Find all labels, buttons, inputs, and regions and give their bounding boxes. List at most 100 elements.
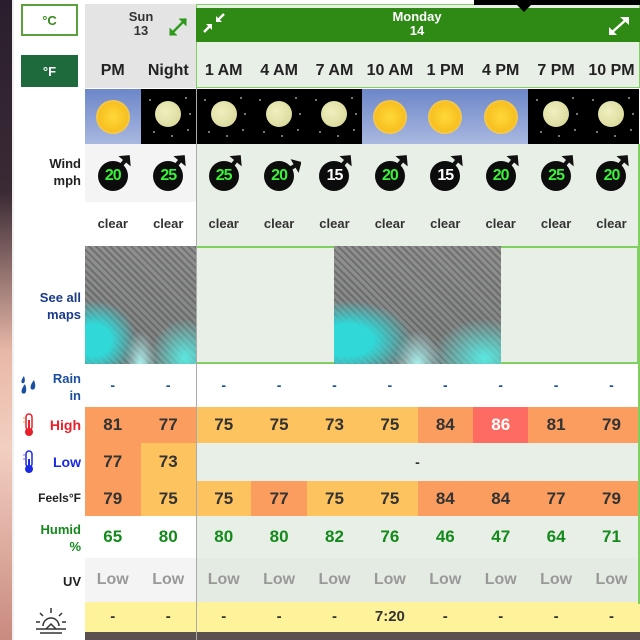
uv-index: Low [207,571,240,588]
feels-like-temp: 79 [85,481,141,516]
rain-amount: - [332,377,337,393]
time-column-header[interactable]: 1 PM [418,58,473,84]
expand-icon[interactable] [167,16,189,38]
sky-cell [251,89,307,144]
feels-like-temp: 75 [196,481,252,516]
sky-cell [528,89,584,144]
humidity-value: 80 [214,527,234,546]
feels-like-temp: 79 [583,481,640,516]
sun-icon [483,99,518,134]
time-column-header[interactable]: Night [141,58,197,84]
humid-label-text: Humid [40,522,81,537]
forecast-grid: Sun 13 Monday 14 PM Night 1 AM 4 AM 7 AM 10 A… [85,0,640,640]
rain-amount: - [110,377,116,393]
sunrise-time: 7:20 [362,602,418,632]
humid-label: Humid % [41,521,81,555]
time-column-header[interactable]: 10 PM [584,58,639,84]
rain-label-text: Rain [52,371,81,386]
moon-icon [210,100,237,127]
star-dot [627,97,630,99]
tooltip-pointer [517,5,531,12]
moon-icon [543,100,570,127]
wind-cell: 25 [196,144,251,202]
moon-icon [598,100,625,127]
wind-speed-badge: 20 [485,161,516,191]
star-dot [558,135,561,137]
star-dot [242,129,244,131]
star-dot [148,99,151,101]
sunrise-time: - [473,602,529,632]
high-temp: 79 [583,407,640,443]
high-temp: 73 [306,407,363,443]
uv-label: UV [62,574,81,589]
sky-cell [362,89,418,144]
humidity-value: 71 [602,527,621,546]
sunrise-time: - [85,602,141,632]
collapse-icon[interactable] [202,12,226,34]
map-empty-cell [501,246,639,364]
wind-cell: 15 [307,144,362,202]
sky-cell [85,89,141,144]
wind-cell: 25 [528,144,583,202]
high-temp: 84 [417,407,473,443]
weather-summary: clear [430,216,461,231]
star-dot [314,99,317,101]
star-dot [591,99,594,101]
weather-map-thumbnail[interactable] [85,246,196,364]
humidity-value: 82 [325,527,344,546]
time-column-header[interactable]: 4 AM [251,58,306,84]
day-title-monday: Monday 14 [365,10,469,38]
sun-icon [95,99,130,134]
thermometer-cold-icon [23,450,33,473]
feels-label: Feels°F [38,491,81,505]
time-column-header[interactable]: 10 AM [362,58,417,84]
time-column-header[interactable]: 4 PM [473,58,528,84]
moon-icon [155,100,182,127]
weather-summary: clear [596,216,627,231]
humidity-value: 76 [380,527,400,546]
high-temp: 77 [140,407,196,443]
raindrops-icon [21,376,36,394]
time-column-header[interactable]: 1 AM [196,58,251,84]
high-temp: 75 [196,407,252,443]
weather-summary: clear [263,216,295,231]
feels-like-temp: 75 [306,481,363,516]
high-temp: 86 [473,407,529,443]
sky-cell [196,89,252,144]
sky-cell [306,89,363,144]
sun-icon [428,99,463,134]
see-all-maps-link[interactable]: See all maps [40,289,81,323]
star-dot [184,97,187,99]
sunrise-time: - [140,602,196,632]
star-dot [297,129,300,131]
celsius-button[interactable]: °C [21,4,78,36]
expand-icon[interactable] [606,14,632,38]
high-temp: 81 [85,407,141,443]
star-dot [226,135,228,137]
star-dot [318,131,321,133]
time-column-header[interactable]: 7 AM [307,58,362,84]
star-dot [281,135,284,137]
see-all-maps-text-1: See all [39,290,81,305]
star-dot [540,131,543,133]
low-placeholder: - [415,454,420,470]
fahrenheit-button[interactable]: °F [21,55,78,87]
thermometer-hot-icon [23,413,33,436]
rain-amount: - [276,377,282,393]
star-dot [576,113,579,115]
star-dot [572,97,575,99]
time-column-header[interactable]: PM [85,58,141,84]
wind-cell: 15 [418,144,473,202]
star-dot [631,113,634,115]
star-dot [536,99,539,101]
star-dot [240,97,242,99]
star-dot [152,131,155,133]
weather-map-thumbnail[interactable] [334,246,501,364]
wind-label: Wind mph [49,155,81,189]
humidity-value: 46 [435,527,455,546]
low-temp: 73 [140,443,196,481]
time-column-header[interactable]: 7 PM [528,58,583,84]
rain-amount: - [221,377,227,393]
wind-cell: 20 [473,144,528,202]
uv-index: Low [318,571,351,588]
